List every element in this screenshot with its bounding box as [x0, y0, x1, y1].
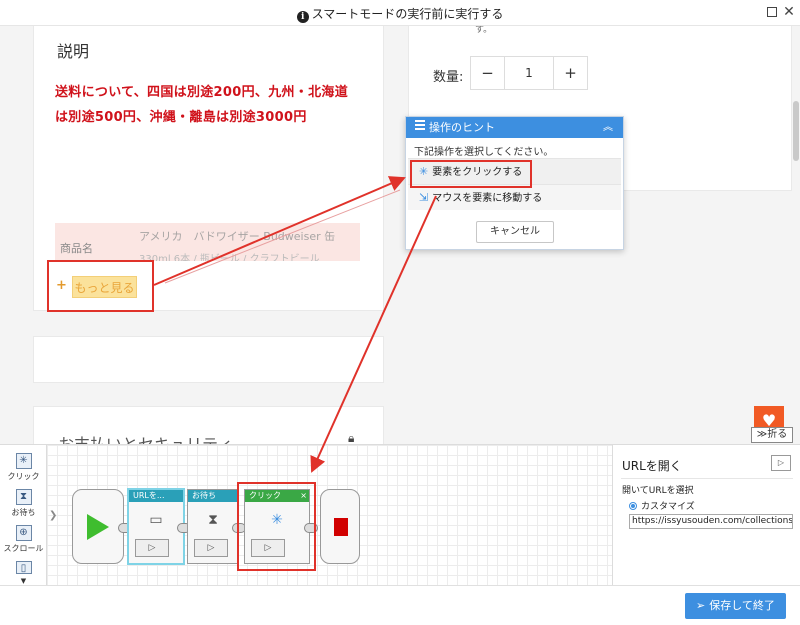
divider	[621, 478, 793, 479]
cursor-icon: ⇲	[419, 191, 429, 204]
expand-panel-icon[interactable]: ❯	[49, 510, 57, 521]
tool-sidebar: ✳ クリック ⧗ お待ち ⊕ スクロール ▯ ▼	[0, 444, 47, 585]
web-page-view: す。 説明 送料について、四国は別途200円、九州・北海道は別途500円、沖縄・…	[0, 26, 800, 444]
tool-more[interactable]: ▯ ▼	[0, 561, 47, 585]
collapse-icon[interactable]: ︽	[603, 117, 613, 138]
cancel-button[interactable]: キャンセル	[476, 221, 554, 243]
product-table-row: 商品名 アメリカ バドワイザー Budweiser 缶 330ml 6本 / 瓶…	[55, 223, 360, 261]
hint-subtitle: 下記操作を選択してください。	[414, 147, 554, 158]
click-block-highlight	[237, 482, 316, 571]
stop-icon	[334, 518, 348, 536]
block-header: URLを...	[129, 490, 183, 502]
title-bar: i スマートモードの実行前に実行する ✕	[0, 0, 800, 26]
quantity-input[interactable]: 1	[504, 57, 554, 89]
text-fragment: す。	[475, 26, 493, 35]
footer-bar: ➢ 保存して終了	[0, 585, 800, 625]
end-node[interactable]	[320, 489, 360, 564]
empty-card	[33, 336, 384, 383]
scroll-icon: ⊕	[15, 525, 32, 541]
quantity-label: 数量:	[433, 70, 464, 85]
quantity-minus-button[interactable]: −	[471, 57, 504, 89]
hourglass-icon: ⧗	[15, 489, 32, 505]
properties-panel: URLを開く ▷ 開いてURLを選択 カスタマイズ https://issyus…	[612, 444, 800, 585]
product-name-label: 商品名	[60, 242, 93, 255]
url-icon: ▭	[149, 512, 163, 528]
close-button[interactable]: ✕	[782, 5, 796, 19]
run-button[interactable]: ▷	[194, 539, 228, 557]
show-more-highlight	[47, 260, 154, 312]
product-name-value-2: 330ml 6本 / 瓶ビール / クラフトビール	[139, 254, 320, 261]
document-icon: ▯	[15, 561, 32, 574]
hint-header: 操作のヒント ︽	[406, 117, 623, 138]
click-option-highlight	[410, 160, 532, 188]
block-header: お待ち	[188, 490, 238, 502]
maximize-button[interactable]	[765, 5, 779, 19]
start-node[interactable]	[72, 489, 124, 564]
tool-click[interactable]: ✳ クリック	[0, 453, 47, 482]
run-button[interactable]: ▷	[135, 539, 169, 557]
props-title: URLを開く	[622, 459, 682, 473]
window-title: i スマートモードの実行前に実行する	[0, 5, 800, 23]
fold-button[interactable]: ≫折る	[751, 427, 793, 443]
menu-icon	[415, 118, 425, 132]
send-icon: ➢	[696, 599, 706, 612]
maximize-icon	[767, 7, 777, 17]
click-icon: ✳	[15, 453, 32, 469]
radio-selected-icon	[629, 502, 637, 510]
lock-icon: 🔒︎	[348, 431, 355, 444]
page-scrollbar[interactable]	[793, 101, 799, 161]
payment-security-title: お支払いとセキュリティ	[58, 431, 233, 444]
description-title: 説明	[57, 42, 90, 61]
shipping-note: 送料について、四国は別途200円、九州・北海道は別途500円、沖縄・離島は別途3…	[55, 85, 348, 125]
tool-scroll[interactable]: ⊕ スクロール	[0, 525, 47, 554]
run-step-button[interactable]: ▷	[771, 455, 791, 471]
url-input[interactable]: https://issyusouden.com/collections/%	[629, 514, 793, 529]
tool-wait[interactable]: ⧗ お待ち	[0, 489, 47, 518]
open-url-block[interactable]: URLを... ▭ ▷	[128, 489, 184, 564]
info-icon: i	[296, 11, 309, 23]
save-and-exit-button[interactable]: ➢ 保存して終了	[685, 593, 786, 619]
quantity-stepper[interactable]: − 1 +	[470, 56, 588, 90]
expand-icon: ▼	[20, 577, 27, 585]
hourglass-icon: ⧗	[208, 512, 218, 528]
url-select-label: 開いてURLを選択	[622, 486, 694, 496]
workflow: URLを... ▭ ▷ お待ち ⧗ ▷ クリック × ✳ ▷	[72, 489, 360, 564]
play-icon	[87, 514, 109, 540]
product-name-value: アメリカ バドワイザー Budweiser 缶	[139, 230, 336, 243]
customize-radio[interactable]: カスタマイズ	[629, 499, 695, 512]
quantity-plus-button[interactable]: +	[554, 57, 587, 89]
